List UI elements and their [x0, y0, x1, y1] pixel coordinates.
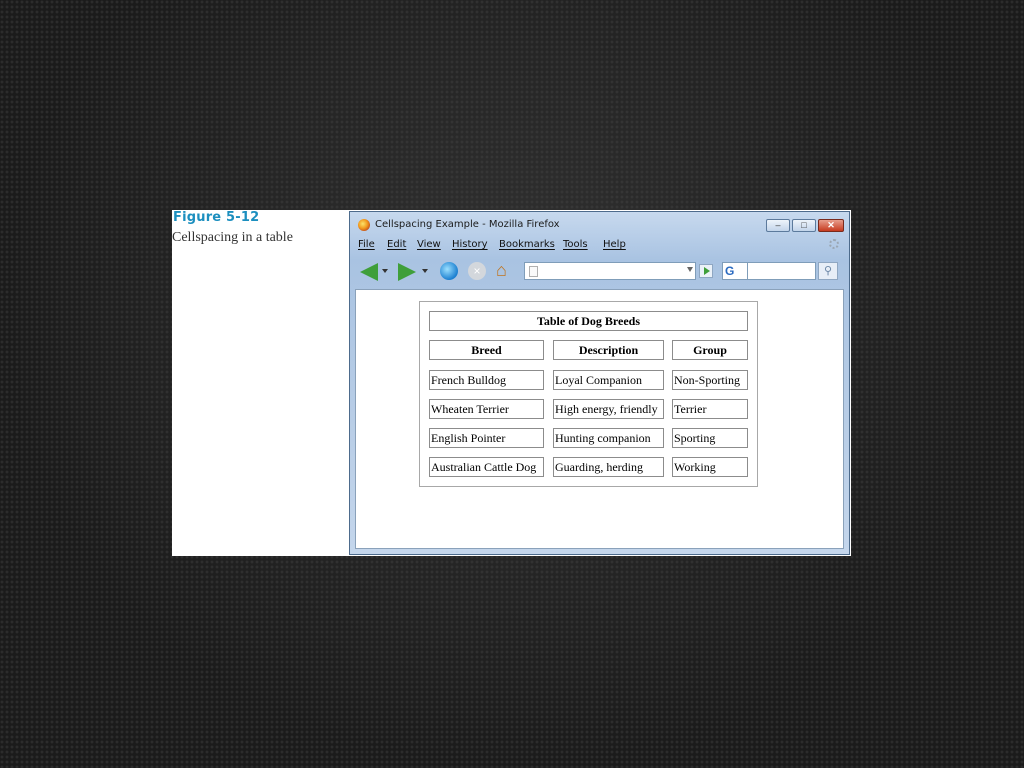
table-cell: French Bulldog — [429, 370, 544, 390]
forward-arrow-icon[interactable] — [398, 263, 416, 281]
table-cell: Guarding, herding — [553, 457, 664, 477]
throbber-icon — [829, 239, 839, 249]
maximize-button[interactable]: □ — [792, 219, 816, 232]
back-history-dropdown-icon[interactable] — [382, 269, 388, 273]
minimize-button[interactable]: – — [766, 219, 790, 232]
header-breed: Breed — [429, 340, 544, 360]
slide: Figure 5-12 Cellspacing in a table Cells… — [172, 210, 851, 556]
window-title: Cellspacing Example - Mozilla Firefox — [375, 219, 560, 230]
title-bar: Cellspacing Example - Mozilla Firefox – … — [350, 212, 849, 238]
menu-history[interactable]: History — [452, 239, 488, 250]
menu-bar: File Edit View History Bookmarks Tools H… — [356, 237, 843, 255]
figure-caption-panel: Figure 5-12 Cellspacing in a table — [172, 210, 348, 556]
magnifier-icon: ⚲ — [823, 265, 833, 277]
table-cell: English Pointer — [429, 428, 544, 448]
table-cell: Loyal Companion — [553, 370, 664, 390]
search-input[interactable] — [748, 262, 816, 280]
menu-view[interactable]: View — [417, 239, 441, 250]
go-button[interactable] — [699, 264, 713, 278]
close-button[interactable]: ✕ — [818, 219, 844, 232]
dog-breeds-table: Table of Dog Breeds Breed Description Gr… — [419, 301, 758, 487]
header-description: Description — [553, 340, 664, 360]
home-icon[interactable]: ⌂ — [496, 260, 507, 280]
reload-icon[interactable] — [440, 262, 458, 280]
search-button[interactable]: ⚲ — [818, 262, 838, 280]
url-dropdown-icon[interactable] — [687, 267, 693, 272]
search-engine-selector[interactable]: G — [722, 262, 748, 280]
table-cell: Hunting companion — [553, 428, 664, 448]
table-cell: Sporting — [672, 428, 748, 448]
url-input[interactable] — [524, 262, 696, 280]
header-group: Group — [672, 340, 748, 360]
table-cell: Non-Sporting — [672, 370, 748, 390]
browser-window: Cellspacing Example - Mozilla Firefox – … — [349, 211, 850, 555]
stop-icon[interactable]: × — [468, 262, 486, 280]
table-cell: High energy, friendly — [553, 399, 664, 419]
firefox-icon — [358, 219, 370, 231]
menu-edit[interactable]: Edit — [387, 239, 406, 250]
menu-help[interactable]: Help — [603, 239, 626, 250]
figure-caption: Cellspacing in a table — [172, 230, 293, 245]
table-cell: Australian Cattle Dog — [429, 457, 544, 477]
menu-tools[interactable]: Tools — [563, 239, 588, 250]
forward-history-dropdown-icon[interactable] — [422, 269, 428, 273]
navigation-toolbar: × ⌂ G ⚲ — [356, 258, 843, 286]
table-cell: Terrier — [672, 399, 748, 419]
table-cell: Wheaten Terrier — [429, 399, 544, 419]
back-arrow-icon[interactable] — [360, 263, 378, 281]
menu-bookmarks[interactable]: Bookmarks — [499, 239, 555, 250]
menu-file[interactable]: File — [358, 239, 375, 250]
page-icon — [529, 266, 538, 277]
table-caption: Table of Dog Breeds — [429, 311, 748, 331]
figure-number: Figure 5-12 — [173, 210, 260, 225]
page-content: Table of Dog Breeds Breed Description Gr… — [355, 289, 844, 549]
table-cell: Working — [672, 457, 748, 477]
